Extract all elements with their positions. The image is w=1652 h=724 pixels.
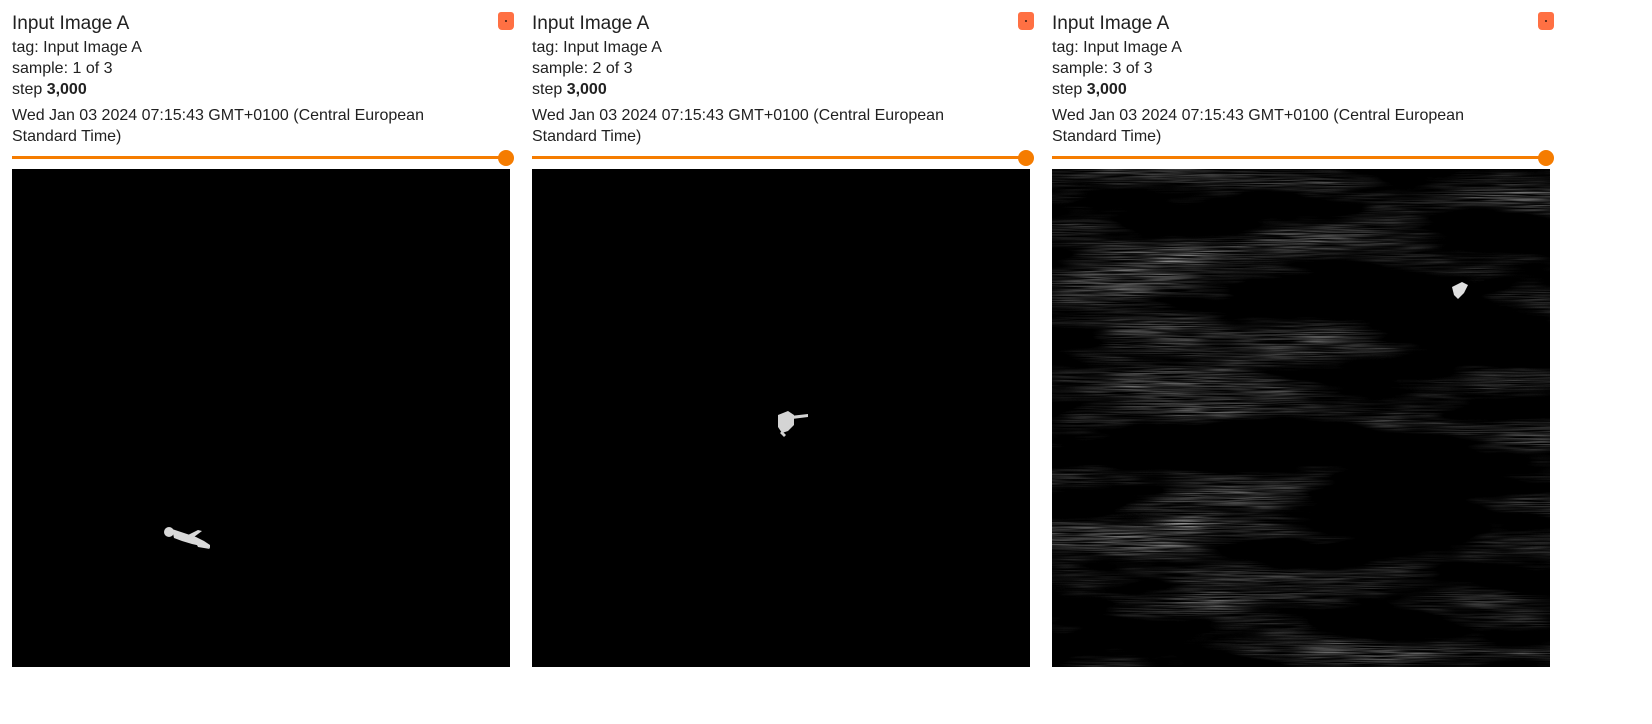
card-title: Input Image A (532, 13, 650, 34)
step-value: 3,000 (566, 81, 607, 98)
image-cards-grid: Input Image A tag: Input Image A sample:… (0, 0, 1652, 724)
step-prefix: step (1052, 81, 1087, 98)
timestamp-label: Wed Jan 03 2024 07:15:43 GMT+0100 (Centr… (532, 107, 944, 145)
image-card: Input Image A tag: Input Image A sample:… (12, 0, 514, 724)
sample-label: sample: 1 of 3 (12, 60, 113, 77)
sample-label: sample: 3 of 3 (1052, 60, 1153, 77)
pin-icon[interactable] (1018, 12, 1034, 30)
step-slider[interactable] (12, 148, 514, 168)
step-prefix: step (12, 81, 47, 98)
step-label: step 3,000 (532, 79, 607, 100)
image-card: Input Image A tag: Input Image A sample:… (532, 0, 1034, 724)
sample-image-3 (1052, 169, 1550, 667)
slider-knob[interactable] (498, 150, 514, 166)
tag-label: tag: Input Image A (1052, 39, 1182, 56)
step-prefix: step (532, 81, 567, 98)
slider-knob[interactable] (1018, 150, 1034, 166)
sample-image-2 (532, 169, 1030, 667)
pin-icon[interactable] (1538, 12, 1554, 30)
slider-track (1052, 156, 1546, 159)
timestamp-label: Wed Jan 03 2024 07:15:43 GMT+0100 (Centr… (12, 107, 424, 145)
slider-knob[interactable] (1538, 150, 1554, 166)
step-label: step 3,000 (12, 79, 87, 100)
card-title: Input Image A (12, 13, 130, 34)
timestamp-label: Wed Jan 03 2024 07:15:43 GMT+0100 (Centr… (1052, 107, 1464, 145)
slider-track (12, 156, 506, 159)
sample-image-1 (12, 169, 510, 667)
step-label: step 3,000 (1052, 79, 1127, 100)
tag-label: tag: Input Image A (532, 39, 662, 56)
slider-track (532, 156, 1026, 159)
step-value: 3,000 (1086, 81, 1127, 98)
step-slider[interactable] (532, 148, 1034, 168)
sample-label: sample: 2 of 3 (532, 60, 633, 77)
image-display (12, 169, 510, 667)
card-title: Input Image A (1052, 13, 1170, 34)
step-slider[interactable] (1052, 148, 1554, 168)
image-display (1052, 169, 1550, 667)
step-value: 3,000 (46, 81, 87, 98)
image-card: Input Image A tag: Input Image A sample:… (1052, 0, 1554, 724)
pin-icon[interactable] (498, 12, 514, 30)
tag-label: tag: Input Image A (12, 39, 142, 56)
image-display (532, 169, 1030, 667)
